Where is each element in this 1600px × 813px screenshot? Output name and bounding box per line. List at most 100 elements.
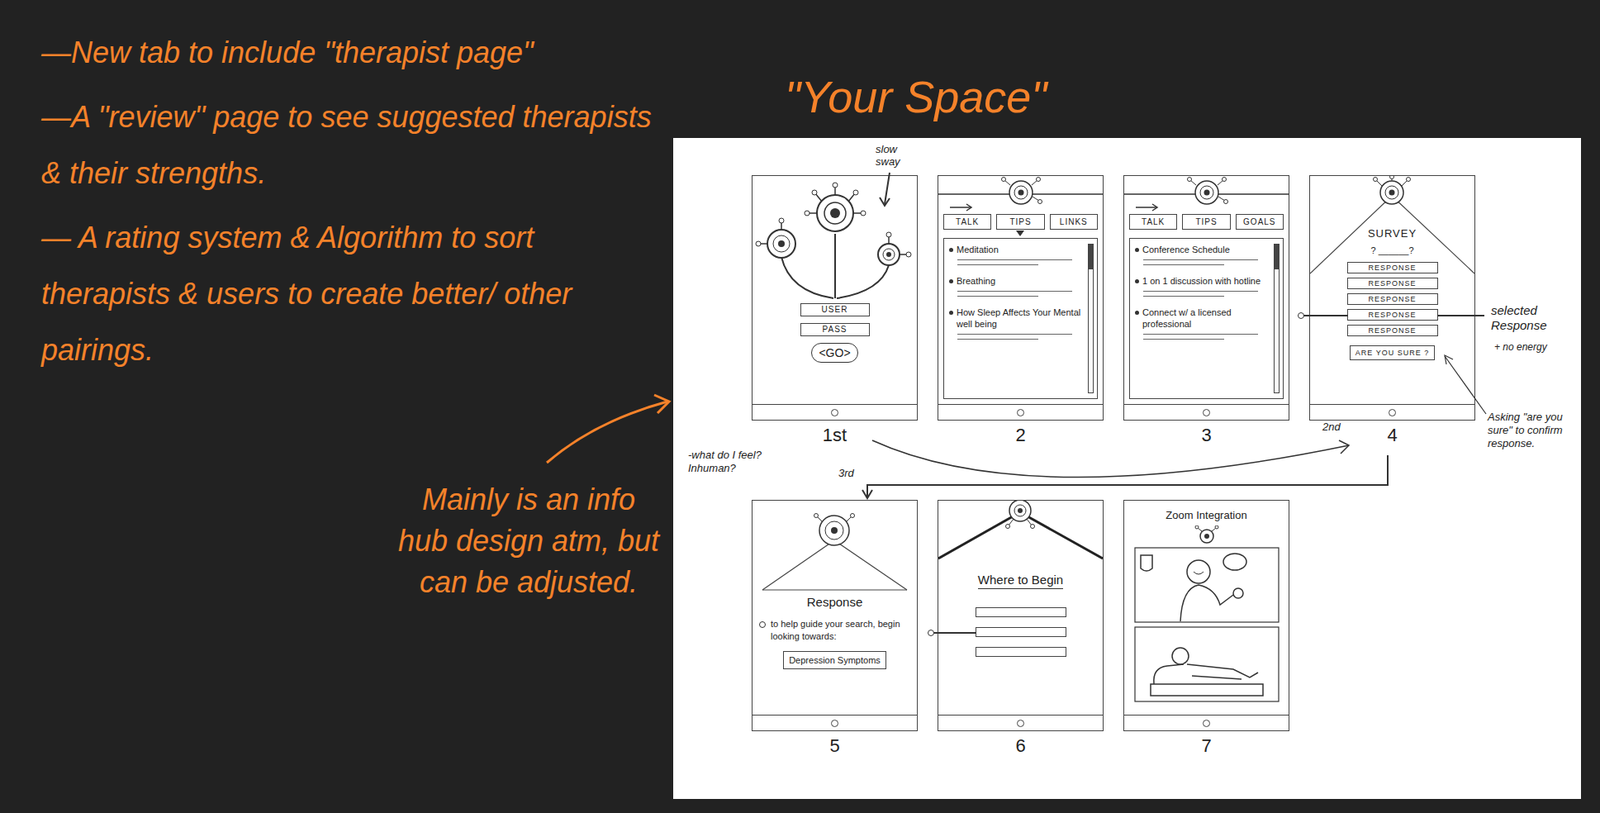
home-bar	[938, 714, 1103, 731]
screen-cell: SURVEY ? ______? RESPONSE RESPONSE RESPON…	[1309, 175, 1476, 451]
screen-number: 7	[1201, 731, 1211, 761]
video-screen: Zoom Integration	[1124, 500, 1289, 715]
screen-cell: Responseto help guide your search, begin…	[751, 499, 918, 761]
phone-frame: SURVEY ? ______? RESPONSE RESPONSE RESPON…	[1309, 175, 1476, 421]
response-option[interactable]: RESPONSE	[1347, 293, 1439, 305]
list-item[interactable]: Breathing	[949, 275, 1084, 297]
login-form: USER PASS <GO>	[752, 299, 917, 404]
placeholder-line	[957, 290, 1073, 292]
home-button[interactable]	[1016, 408, 1025, 417]
home-button[interactable]	[1202, 408, 1211, 417]
login-field[interactable]: PASS	[800, 322, 870, 337]
item-label: How Sleep Affects Your Mental well being	[956, 306, 1084, 330]
screen-grid: USERPASS<GO>1stTALKTIPSLINKSMeditationBr…	[673, 137, 1582, 761]
survey-question: ? ______?	[1371, 244, 1415, 257]
note: —New tab to include "therapist page"	[41, 24, 653, 81]
bullet-icon	[1134, 247, 1140, 252]
list-item[interactable]: Meditation	[949, 243, 1084, 266]
bullet-icon	[949, 310, 954, 315]
bullet-icon	[1134, 279, 1140, 284]
tab[interactable]: TIPS	[1182, 213, 1230, 230]
home-button[interactable]	[830, 719, 839, 727]
home-button[interactable]	[1202, 719, 1211, 727]
item-label: 1 on 1 discussion with hotline	[1142, 275, 1261, 287]
tab[interactable]: TALK	[943, 213, 992, 230]
home-bar	[1124, 403, 1289, 420]
therapist-figure-icon	[1134, 546, 1280, 623]
scrollbar[interactable]	[1087, 243, 1094, 394]
login-field[interactable]: USER	[800, 303, 870, 317]
home-button[interactable]	[1388, 408, 1396, 417]
go-button[interactable]: <GO>	[811, 342, 858, 363]
client-figure-icon	[1134, 626, 1280, 703]
response-heading: Response	[807, 594, 864, 610]
tab-bar: TALKTIPSLINKS	[943, 213, 1098, 230]
survey-screen: SURVEY ? ______? RESPONSE RESPONSE RESPON…	[1310, 175, 1475, 404]
home-button[interactable]	[1016, 719, 1025, 727]
phone-frame: Zoom Integration	[1123, 499, 1290, 732]
light-cone-icon	[938, 500, 1103, 561]
screen-number: 2	[1015, 420, 1026, 451]
tab[interactable]: TALK	[1129, 213, 1178, 230]
screen-cell: USER PASS <GO> 1st	[751, 175, 918, 451]
tab[interactable]: TIPS	[996, 213, 1045, 230]
slider-line	[1300, 314, 1349, 317]
energy-note: + no energy	[1494, 341, 1574, 353]
screen-number: 3	[1201, 420, 1211, 451]
placeholder-line	[957, 264, 1039, 266]
option-bar[interactable]	[975, 626, 1067, 637]
begin-heading: Where to Begin	[978, 571, 1064, 589]
confirm-button[interactable]: ARE YOU SURE ?	[1349, 345, 1435, 361]
mini-eye-icon	[1190, 525, 1224, 544]
placeholder-line	[957, 295, 1039, 297]
scroll-thumb[interactable]	[1274, 244, 1279, 270]
home-bar	[1124, 714, 1289, 731]
screen-number: 5	[829, 731, 840, 761]
bullet-icon	[949, 279, 954, 284]
item-label: Conference Schedule	[1142, 243, 1230, 256]
tab[interactable]: LINKS	[1049, 213, 1098, 230]
response-option[interactable]: RESPONSE	[1347, 261, 1439, 274]
response-option[interactable]: RESPONSE	[1347, 324, 1439, 337]
light-cone-icon	[1310, 175, 1475, 276]
placeholder-line	[1143, 295, 1225, 297]
response-screen: Responseto help guide your search, begin…	[752, 500, 917, 715]
bullet-icon	[949, 247, 954, 252]
response-option[interactable]: RESPONSE	[1347, 277, 1439, 290]
option-bar[interactable]	[975, 607, 1067, 618]
side-note: Mainly is an info hub design atm, but ca…	[396, 479, 661, 603]
option-bar[interactable]	[975, 646, 1067, 657]
confirm-note: Asking "are you sure" to confirm respons…	[1487, 410, 1577, 451]
placeholder-line	[1143, 333, 1259, 335]
slider-knob	[759, 621, 766, 628]
sway-note: slow sway	[875, 142, 917, 168]
list-item[interactable]: Conference Schedule	[1134, 243, 1270, 266]
survey-heading: SURVEY	[1367, 227, 1417, 241]
placeholder-line	[957, 259, 1073, 261]
bullet-icon	[1134, 310, 1140, 315]
list-item[interactable]: 1 on 1 discussion with hotline	[1134, 275, 1270, 297]
screen-cell: TALKTIPSLINKS Meditation Breathing How Slee…	[937, 175, 1104, 451]
light-cone-icon	[752, 500, 917, 594]
response-option[interactable]: RESPONSE	[1347, 308, 1439, 321]
list-item[interactable]: Connect w/ a licensed professional	[1134, 306, 1270, 340]
slider-knob[interactable]	[1297, 312, 1305, 319]
slider-knob[interactable]	[927, 629, 935, 637]
item-label: Connect w/ a licensed professional	[1142, 306, 1270, 330]
scrollbar[interactable]	[1273, 243, 1280, 394]
screen-cell: Zoom Integration 7	[1123, 499, 1290, 761]
list-item[interactable]: How Sleep Affects Your Mental well being	[949, 306, 1084, 340]
tab[interactable]: GOALS	[1235, 213, 1284, 230]
placeholder-line	[957, 333, 1073, 335]
result-box[interactable]: Depression Symptoms	[783, 650, 887, 670]
scroll-thumb[interactable]	[1088, 244, 1093, 270]
placeholder-line	[1143, 290, 1259, 292]
screen-number: 1st	[822, 420, 847, 451]
home-button[interactable]	[830, 408, 839, 417]
home-bar	[752, 403, 917, 420]
tab-bar: TALKTIPS GOALS	[1129, 213, 1284, 230]
wireframe-board: USERPASS<GO>1stTALKTIPSLINKSMeditationBr…	[673, 137, 1582, 799]
phone-frame: TALKTIPS GOALS Conference Schedule 1 on 1 d…	[1123, 175, 1290, 421]
notes: —New tab to include "therapist page"—A "…	[41, 24, 653, 379]
home-bar	[938, 403, 1103, 420]
